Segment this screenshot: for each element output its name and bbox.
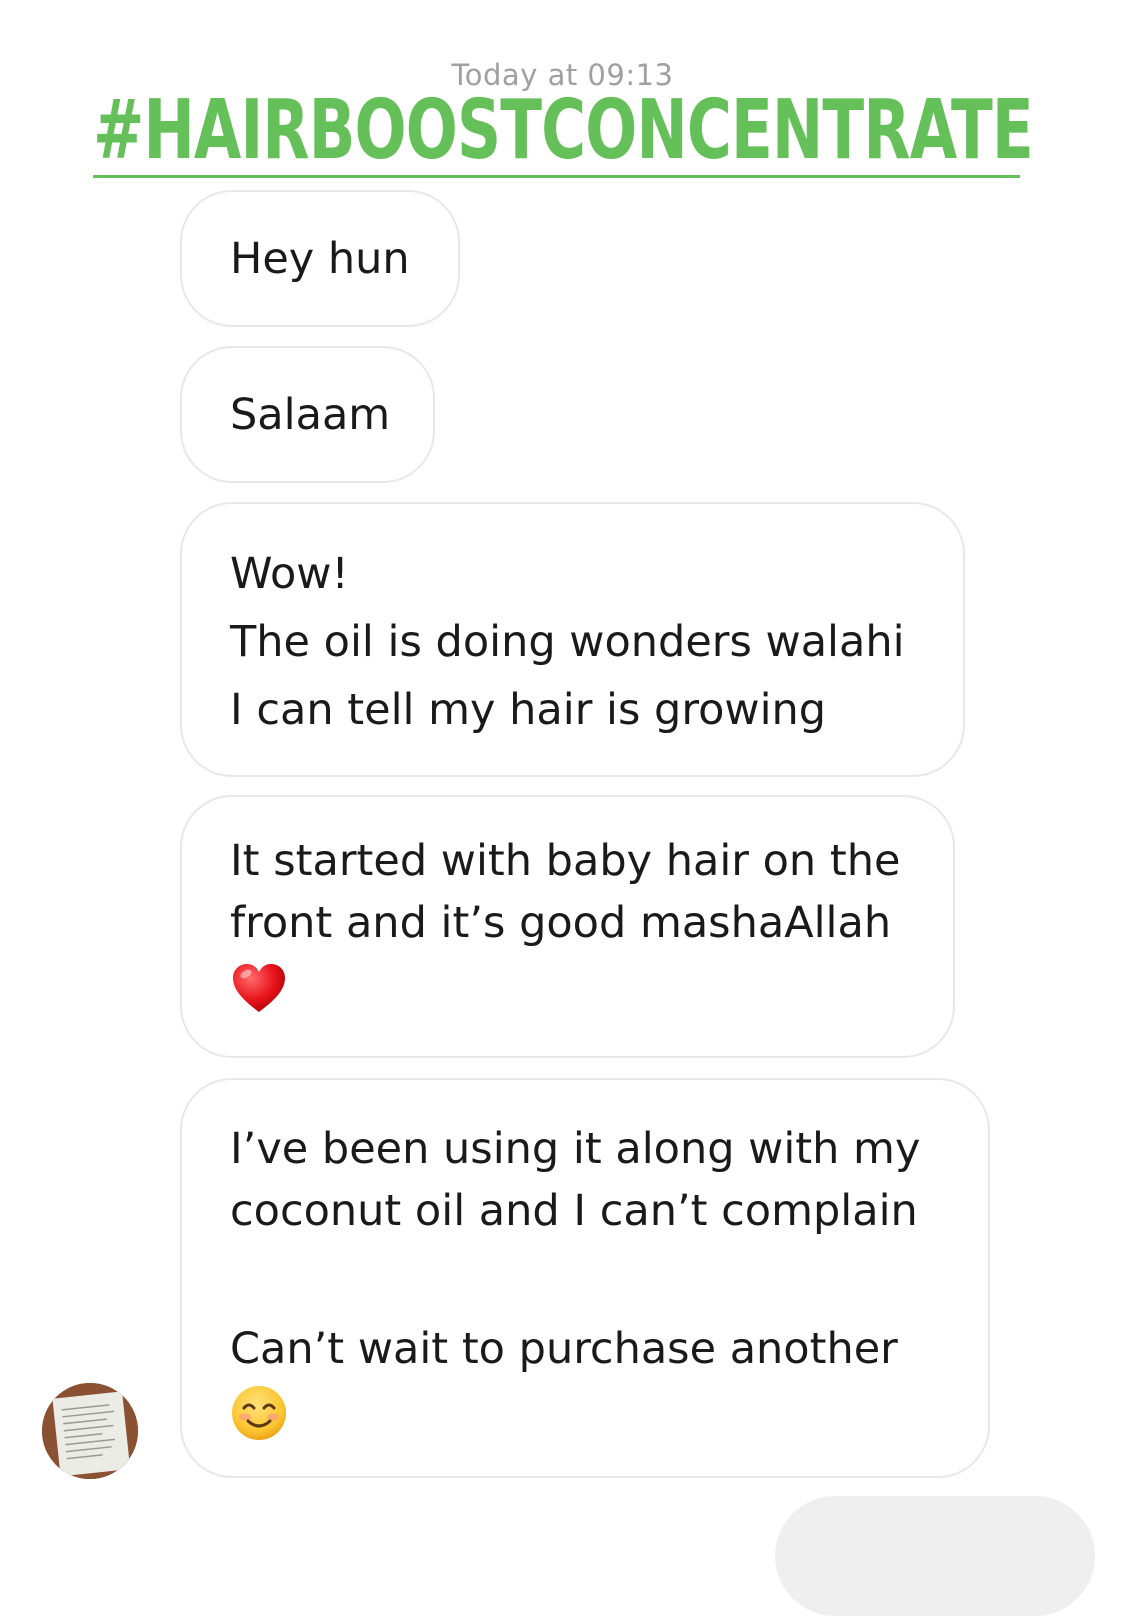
message-bubble[interactable]: Wow! The oil is doing wonders walahi I c… xyxy=(180,502,965,777)
message-text: It started with baby hair on the xyxy=(230,836,901,886)
message-bubble[interactable]: It started with baby hair on the front a… xyxy=(180,795,955,1058)
hashtag-overlay-text: #HAIRBOOSTCONCENTRATE xyxy=(93,83,1034,178)
red-heart-icon xyxy=(230,960,288,1018)
message-text: The oil is doing wonders walahi xyxy=(230,617,905,667)
message-text: front and it’s good mashaAllah xyxy=(230,898,892,948)
message-bubble[interactable]: Salaam xyxy=(180,346,435,483)
message-text: Wow! xyxy=(230,549,349,599)
message-text: I can tell my hair is growing xyxy=(230,685,827,735)
message-bubble[interactable]: I’ve been using it along with my coconut… xyxy=(180,1078,990,1478)
message-text: Salaam xyxy=(230,390,391,440)
message-text: Can’t wait to purchase another xyxy=(230,1324,898,1374)
outgoing-message-bubble[interactable] xyxy=(775,1496,1095,1616)
hashtag-underline xyxy=(93,175,1020,178)
message-bubble[interactable]: Hey hun xyxy=(180,190,460,327)
message-text: Hey hun xyxy=(230,234,410,284)
message-text: I’ve been using it along with my xyxy=(230,1124,921,1174)
sender-avatar[interactable] xyxy=(42,1383,138,1479)
message-text: coconut oil and I can’t complain xyxy=(230,1186,918,1236)
smiling-face-icon xyxy=(230,1384,288,1442)
